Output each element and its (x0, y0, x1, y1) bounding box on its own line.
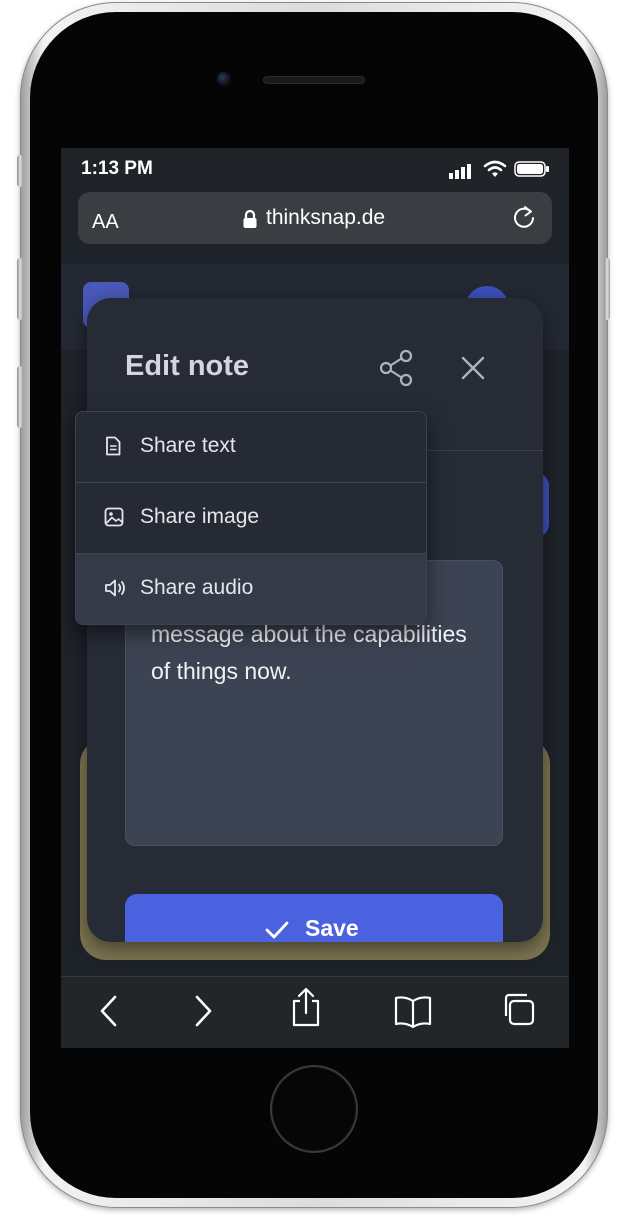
lock-icon (243, 209, 257, 228)
front-camera (217, 72, 231, 86)
home-button[interactable] (270, 1065, 358, 1153)
share-icon[interactable] (289, 987, 323, 1029)
volume-down-button (17, 366, 23, 428)
address-bar[interactable]: AA thinksnap.de (78, 192, 552, 244)
share-menu: Share text Share image Share audio (75, 411, 427, 625)
forward-icon[interactable] (191, 993, 215, 1029)
image-icon (104, 507, 124, 527)
share-nodes-icon[interactable] (377, 348, 417, 388)
menu-item-share-image[interactable]: Share image (76, 483, 426, 553)
close-icon[interactable] (455, 350, 491, 386)
save-button[interactable]: Save (125, 894, 503, 942)
text-size-button[interactable]: AA (92, 211, 119, 234)
menu-item-share-audio[interactable]: Share audio (76, 554, 426, 624)
speaker-icon (105, 579, 125, 597)
menu-item-label: Share text (140, 434, 236, 457)
document-icon (106, 436, 121, 456)
battery-icon (514, 161, 549, 177)
text-size-label: AA (92, 211, 119, 233)
earpiece-speaker (263, 76, 365, 84)
modal-title: Edit note (125, 350, 250, 382)
browser-toolbar (61, 976, 569, 1048)
status-time: 1:13 PM (81, 158, 153, 179)
status-bar: 1:13 PM (61, 148, 569, 188)
check-icon (265, 921, 289, 939)
reload-icon[interactable] (510, 204, 538, 232)
menu-item-share-text[interactable]: Share text (76, 412, 426, 482)
menu-item-label: Share audio (140, 576, 254, 599)
menu-item-label: Share image (140, 505, 260, 528)
volume-up-button (17, 258, 23, 320)
phone-screen: 1:13 PM AA thinksnap.de Edit note messag… (61, 148, 569, 1048)
back-icon[interactable] (97, 993, 121, 1029)
note-text: message about the capabilities of things… (151, 621, 467, 684)
save-label: Save (305, 915, 359, 941)
bookmarks-icon[interactable] (393, 995, 433, 1029)
wifi-icon (483, 160, 507, 177)
signal-icon (449, 164, 471, 179)
tabs-icon[interactable] (499, 991, 537, 1029)
mute-switch (17, 155, 23, 187)
url-text: thinksnap.de (266, 206, 386, 229)
power-button (604, 258, 610, 320)
